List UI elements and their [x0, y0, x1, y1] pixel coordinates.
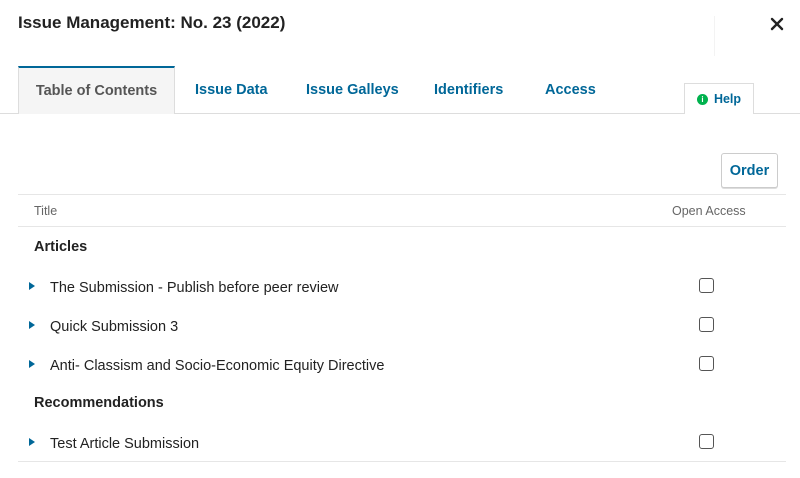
open-access-checkbox[interactable] [699, 317, 714, 332]
modal-header: Issue Management: No. 23 (2022) [0, 0, 800, 56]
open-access-checkbox[interactable] [699, 278, 714, 293]
column-header-title: Title [34, 204, 58, 218]
section-label-articles: Articles [34, 239, 88, 255]
tab-table-of-contents[interactable]: Table of Contents [18, 66, 175, 114]
row-title: Anti- Classism and Socio-Economic Equity… [50, 358, 385, 374]
table-row: The Submission - Publish before peer rev… [18, 269, 786, 308]
close-button[interactable] [768, 15, 786, 33]
expand-caret-icon[interactable] [29, 282, 35, 290]
modal-title: Issue Management: No. 23 (2022) [18, 13, 286, 32]
table-row: Test Article Submission [18, 425, 786, 464]
expand-caret-icon[interactable] [29, 360, 35, 368]
section-label-recommendations: Recommendations [34, 395, 164, 411]
table-row: Anti- Classism and Socio-Economic Equity… [18, 347, 786, 386]
tab-identifiers[interactable]: Identifiers [434, 66, 503, 114]
tab-access[interactable]: Access [545, 66, 596, 114]
column-header-open-access: Open Access [672, 204, 746, 218]
tab-issue-galleys[interactable]: Issue Galleys [306, 66, 399, 114]
row-title: The Submission - Publish before peer rev… [50, 280, 339, 296]
row-title: Quick Submission 3 [50, 319, 179, 335]
close-icon [770, 17, 784, 31]
expand-caret-icon[interactable] [29, 321, 35, 329]
row-title: Test Article Submission [50, 436, 200, 452]
order-button[interactable]: Order [721, 153, 778, 188]
help-button[interactable]: i Help [684, 83, 754, 114]
table-row: Quick Submission 3 [18, 308, 786, 347]
info-icon: i [696, 93, 708, 105]
issue-management-modal: Issue Management: No. 23 (2022) Table of… [0, 0, 800, 478]
help-label: Help [713, 92, 742, 106]
table-header: Title Open Access [18, 194, 786, 227]
tab-issue-data[interactable]: Issue Data [195, 66, 268, 114]
header-divider [714, 16, 800, 56]
expand-caret-icon[interactable] [29, 438, 35, 446]
open-access-checkbox[interactable] [699, 434, 714, 449]
open-access-checkbox[interactable] [699, 356, 714, 371]
table-bottom-divider [18, 461, 786, 462]
